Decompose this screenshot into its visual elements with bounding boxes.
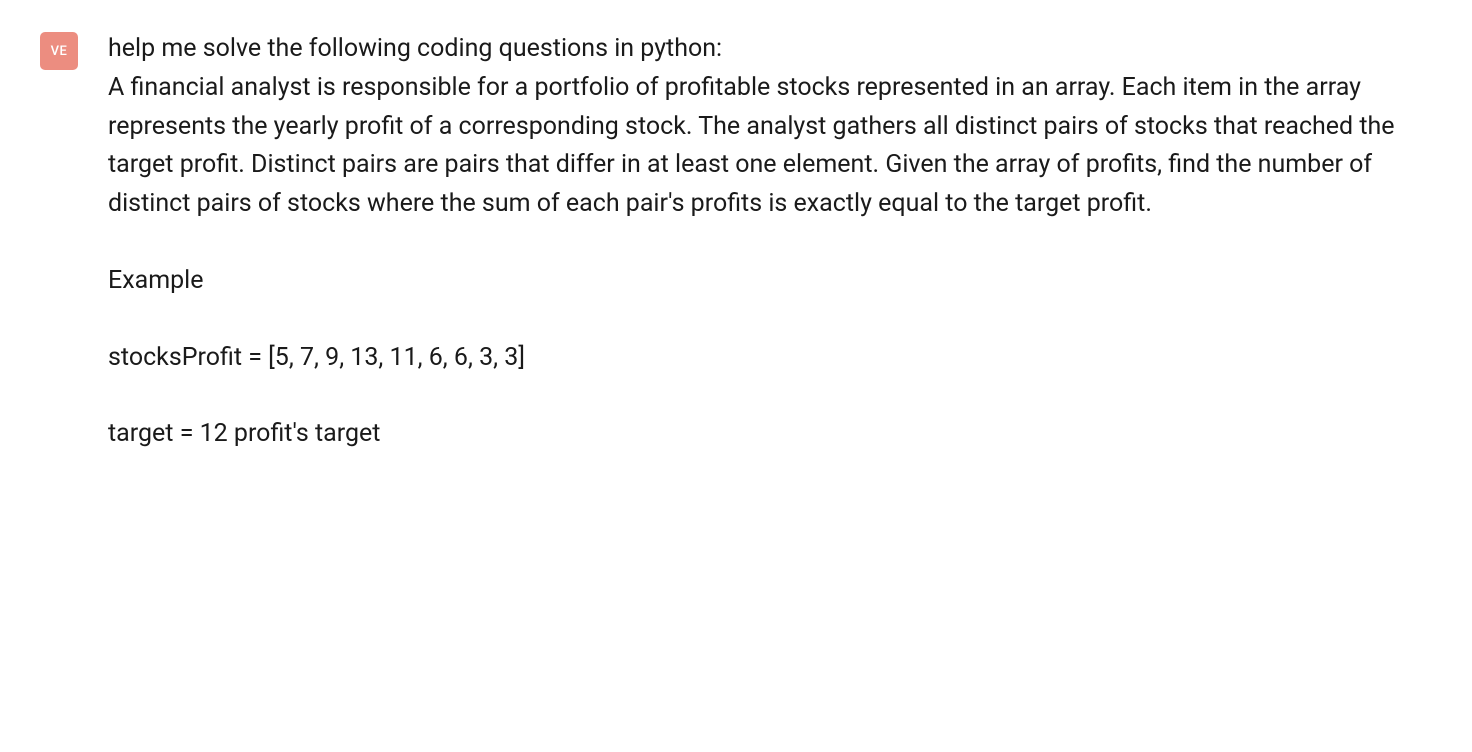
chat-message: VE help me solve the following coding qu… [40, 30, 1432, 454]
avatar-initials: VE [51, 44, 68, 59]
problem-statement: A financial analyst is responsible for a… [108, 69, 1432, 224]
user-avatar: VE [40, 32, 78, 70]
message-intro: help me solve the following coding quest… [108, 30, 1432, 69]
example-header: Example [108, 262, 1432, 301]
message-body: help me solve the following coding quest… [108, 30, 1432, 454]
spacer [108, 377, 1432, 415]
example-input: stocksProfit = [5, 7, 9, 13, 11, 6, 6, 3… [108, 339, 1432, 378]
example-target: target = 12 profit's target [108, 415, 1432, 454]
spacer [108, 301, 1432, 339]
spacer [108, 224, 1432, 262]
